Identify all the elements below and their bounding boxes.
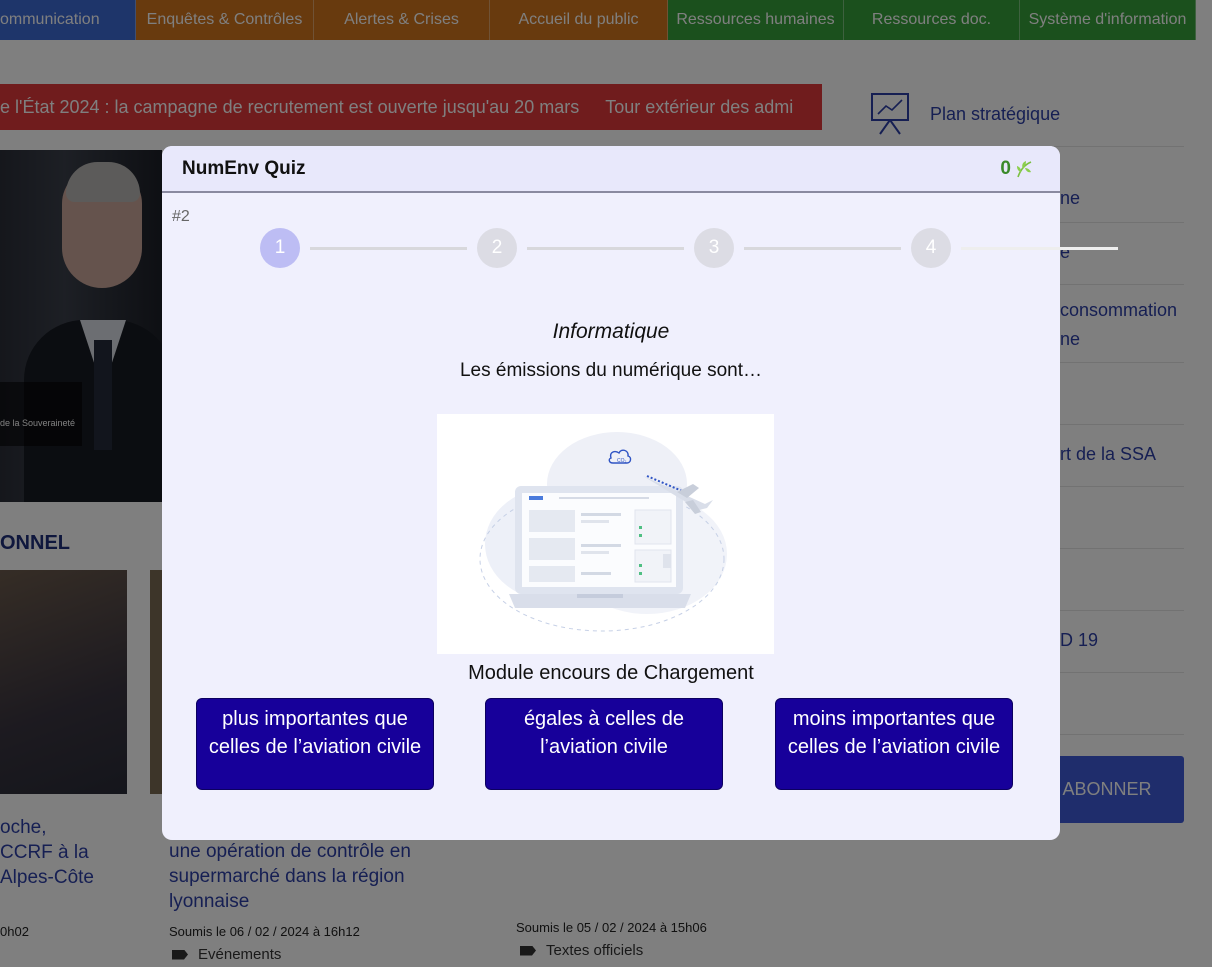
- progress-stepper: 1 2 3 4: [260, 228, 1120, 268]
- leaf-icon: [1017, 161, 1032, 178]
- step-connector: [744, 247, 901, 250]
- step-indicator: 4: [911, 228, 951, 268]
- loading-message: Module encours de Chargement: [468, 662, 754, 684]
- step-indicator: 1: [260, 228, 300, 268]
- step-connector: [310, 247, 467, 250]
- step-connector: [961, 247, 1118, 250]
- question-text: Les émissions du numérique sont…: [459, 360, 763, 381]
- answer-button-1[interactable]: plus importantes que celles de l’aviatio…: [196, 698, 434, 790]
- modal-header: NumEnv Quiz 0: [162, 146, 1060, 193]
- question-number: #2: [172, 208, 190, 225]
- step-connector: [527, 247, 684, 250]
- co2-label: CO₂: [617, 458, 627, 464]
- step-indicator: 3: [694, 228, 734, 268]
- question-illustration: CO₂: [437, 414, 774, 654]
- step-indicator: 2: [477, 228, 517, 268]
- score-badge: 0: [1000, 158, 1034, 180]
- quiz-title: NumEnv Quiz: [182, 158, 306, 179]
- answer-button-2[interactable]: égales à celles de l’aviation civile: [485, 698, 723, 790]
- score-value: 0: [1000, 158, 1011, 179]
- question-category: Informatique: [552, 320, 670, 343]
- quiz-modal: NumEnv Quiz 0 #2 1 2 3 4 Informatique Le…: [162, 146, 1118, 840]
- answer-button-3[interactable]: moins importantes que celles de l’aviati…: [775, 698, 1013, 790]
